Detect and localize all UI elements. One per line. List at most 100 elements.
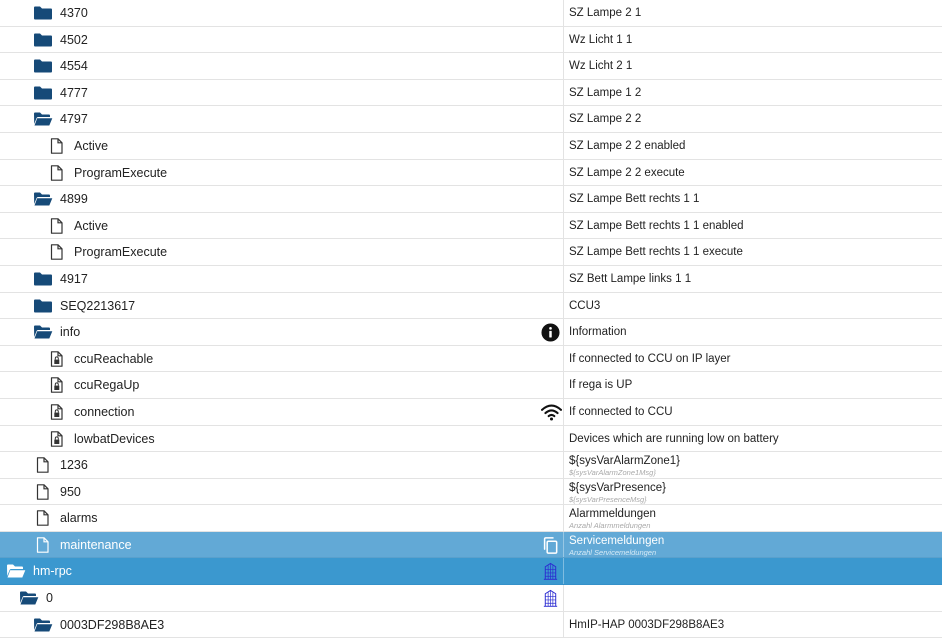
folder-open-icon[interactable]: [33, 111, 53, 127]
tree-row-description: SZ Bett Lampe links 1 1: [569, 272, 692, 285]
tree-row-subtitle: ${sysVarAlarmZone1Msg}: [569, 468, 656, 478]
tree-row-name-cell[interactable]: 950: [0, 478, 564, 505]
tree-row-4502[interactable]: 4502 Wz Licht 1 1: [0, 26, 942, 54]
tree-row-alarms[interactable]: alarms Alarmmeldungen Anzahl Alarmmeldunge…: [0, 505, 942, 532]
folder-closed-icon[interactable]: [33, 32, 53, 48]
tree-row-seq2213617[interactable]: SEQ2213617 CCU3: [0, 292, 942, 320]
instance-icon[interactable]: [541, 589, 560, 608]
tree-row-name-cell[interactable]: hm-rpc: [0, 558, 564, 585]
tree-row-description: If connected to CCU: [569, 405, 673, 418]
tree-row-active[interactable]: Active SZ Lampe Bett rechts 1 1 enabled: [0, 212, 942, 240]
tree-row-description: If rega is UP: [569, 379, 633, 392]
tree-row-4899[interactable]: 4899 SZ Lampe Bett rechts 1 1: [0, 186, 942, 213]
file-locked-icon: [47, 430, 67, 447]
tree-row-description: Alarmmeldungen: [569, 508, 656, 521]
tree-row-desc-cell: SZ Bett Lampe links 1 1: [564, 266, 942, 292]
tree-row-desc-cell: ${sysVarPresence} ${sysVarPresenceMsg}: [564, 479, 942, 505]
tree-row-name-cell[interactable]: ccuRegaUp: [0, 372, 564, 398]
tree-row-4554[interactable]: 4554 Wz Licht 2 1: [0, 53, 942, 80]
tree-row-label: 4917: [60, 271, 88, 286]
tree-row-4777[interactable]: 4777 SZ Lampe 1 2: [0, 79, 942, 107]
tree-row-name-cell[interactable]: 0003DF298B8AE3: [0, 611, 564, 638]
folder-closed-icon[interactable]: [33, 5, 53, 21]
tree-row-connection[interactable]: connection If connected to CCU: [0, 398, 942, 426]
tree-row-desc-cell: SZ Lampe Bett rechts 1 1: [564, 186, 942, 212]
tree-row-programexecute[interactable]: ProgramExecute SZ Lampe 2 2 execute: [0, 159, 942, 187]
tree-row-name-cell[interactable]: 1236: [0, 452, 564, 478]
tree-row-lowbatdevices[interactable]: lowbatDevices Devices which are running l…: [0, 425, 942, 453]
tree-row-label: lowbatDevices: [74, 431, 155, 446]
tree-row-description: ${sysVarAlarmZone1}: [569, 455, 681, 468]
tree-row-name-cell[interactable]: ccuReachable: [0, 345, 564, 372]
tree-row-desc-cell: Devices which are running low on battery: [564, 426, 942, 452]
folder-open-icon[interactable]: [33, 324, 53, 340]
tree-row-name-cell[interactable]: Active: [0, 212, 564, 239]
tree-row-name-cell[interactable]: 4554: [0, 53, 564, 79]
tree-row-label: 4370: [60, 6, 88, 20]
tree-row-description: Servicemeldungen: [569, 534, 665, 547]
tree-row-subtitle: Anzahl Alarmmeldungen: [569, 521, 651, 531]
folder-open-icon[interactable]: [6, 563, 26, 579]
tree-row-name-cell[interactable]: 4502: [0, 26, 564, 53]
tree-row-description: SZ Lampe 2 2 enabled: [569, 139, 686, 152]
tree-row-label: SEQ2213617: [60, 298, 136, 313]
tree-row-label: 0: [46, 591, 53, 606]
tree-row-label: ccuReachable: [74, 351, 154, 366]
tree-row-name-cell[interactable]: connection: [0, 398, 564, 425]
tree-row-4797[interactable]: 4797 SZ Lampe 2 2: [0, 106, 942, 133]
tree-row-ccureachable[interactable]: ccuReachable If connected to CCU on IP la…: [0, 345, 942, 373]
tree-row-active[interactable]: Active SZ Lampe 2 2 enabled: [0, 132, 942, 160]
file-locked-icon: [47, 377, 67, 394]
tree-row-name-cell[interactable]: 4899: [0, 186, 564, 212]
tree-row-name-cell[interactable]: 0: [0, 585, 564, 611]
tree-row-name-cell[interactable]: 4370: [0, 0, 564, 26]
tree-row-name-cell[interactable]: lowbatDevices: [0, 425, 564, 452]
tree-row-name-cell[interactable]: alarms: [0, 505, 564, 531]
tree-row-950[interactable]: 950 ${sysVarPresence} ${sysVarPresenceMsg}: [0, 478, 942, 506]
folder-open-icon[interactable]: [33, 191, 53, 207]
copy-icon[interactable]: [541, 536, 560, 555]
tree-row-description: SZ Lampe Bett rechts 1 1 enabled: [569, 219, 744, 232]
folder-open-icon[interactable]: [33, 617, 53, 633]
tree-row-subtitle: Anzahl Servicemeldungen: [569, 547, 657, 557]
tree-row-desc-cell: SZ Lampe 2 2 execute: [564, 160, 942, 186]
tree-row-name-cell[interactable]: 4777: [0, 79, 564, 106]
folder-closed-icon[interactable]: [33, 298, 53, 314]
tree-row-desc-cell: [564, 558, 942, 584]
folder-closed-icon[interactable]: [33, 271, 53, 287]
tree-row-name-cell[interactable]: info: [0, 319, 564, 345]
folder-open-icon[interactable]: [19, 590, 39, 606]
tree-row-label: Active: [74, 218, 109, 233]
tree-row-ccuregaup[interactable]: ccuRegaUp If rega is UP: [0, 372, 942, 399]
tree-row-name-cell[interactable]: maintenance: [0, 531, 564, 558]
tree-row-name-cell[interactable]: SEQ2213617: [0, 292, 564, 319]
tree-row-0003df298b8ae3[interactable]: 0003DF298B8AE3 HmIP-HAP 0003DF298B8AE3: [0, 611, 942, 638]
tree-row-0[interactable]: 0: [0, 585, 942, 612]
instance-icon[interactable]: [541, 562, 560, 581]
tree-row-desc-cell: Information: [564, 319, 942, 345]
tree-row-4370[interactable]: 4370 SZ Lampe 2 1: [0, 0, 942, 27]
wifi-icon[interactable]: [541, 403, 562, 422]
tree-row-4917[interactable]: 4917 SZ Bett Lampe links 1 1: [0, 265, 942, 293]
tree-row-1236[interactable]: 1236 ${sysVarAlarmZone1} ${sysVarAlarmZone…: [0, 452, 942, 479]
tree-row-label: info: [60, 325, 81, 340]
tree-row-description: SZ Lampe Bett rechts 1 1 execute: [569, 246, 743, 259]
tree-row-desc-cell: Wz Licht 1 1: [564, 27, 942, 53]
tree-row-programexecute[interactable]: ProgramExecute SZ Lampe Bett rechts 1 1 e…: [0, 239, 942, 266]
info-icon[interactable]: [541, 323, 560, 342]
tree-row-name-cell[interactable]: ProgramExecute: [0, 159, 564, 186]
tree-row-description: CCU3: [569, 299, 601, 312]
tree-row-desc-cell: ${sysVarAlarmZone1} ${sysVarAlarmZone1Msg…: [564, 452, 942, 478]
tree-row-name-cell[interactable]: Active: [0, 132, 564, 159]
tree-row-maintenance[interactable]: maintenance Servicemeldungen Anzahl Servic…: [0, 531, 942, 559]
tree-row-hm-rpc[interactable]: hm-rpc: [0, 558, 942, 586]
tree-row-info[interactable]: info Information: [0, 319, 942, 346]
tree-row-name-cell[interactable]: 4917: [0, 265, 564, 292]
tree-row-description: SZ Lampe Bett rechts 1 1: [569, 193, 700, 206]
folder-closed-icon[interactable]: [33, 58, 53, 74]
file-icon: [33, 457, 53, 473]
tree-row-name-cell[interactable]: 4797: [0, 106, 564, 132]
folder-closed-icon[interactable]: [33, 85, 53, 101]
tree-row-name-cell[interactable]: ProgramExecute: [0, 239, 564, 265]
tree-row-label: maintenance: [60, 537, 132, 552]
